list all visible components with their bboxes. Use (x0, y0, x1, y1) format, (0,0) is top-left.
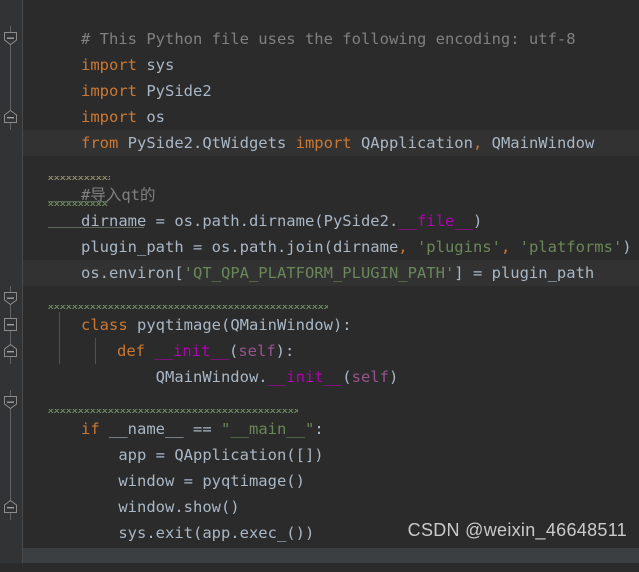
code-line-11-blank[interactable] (23, 260, 639, 286)
code-line-6-blank[interactable] (23, 130, 639, 156)
code-line-16-blank[interactable] (23, 364, 639, 390)
code-line-19[interactable]: app = QApplication([]) (23, 416, 639, 464)
code-line-22[interactable]: sys.exit(app.exec_()) (23, 494, 639, 542)
code-line-15[interactable]: QMainWindow.__init__(self) (23, 338, 639, 386)
editor-gutter[interactable] (0, 0, 23, 563)
code-line-9[interactable]: plugin_path = os.path.join(dirname, 'plu… (23, 208, 639, 256)
code-line-3[interactable]: import PySide2 (23, 52, 639, 100)
squiggle-if-main (48, 409, 298, 413)
csdn-watermark: CSDN @weixin_46648511 (407, 520, 627, 540)
code-line-7[interactable]: #导入qt的 (23, 156, 639, 204)
fold-class-end-icon[interactable] (3, 343, 18, 358)
squiggle-class-declaration (48, 305, 328, 309)
code-line-1[interactable]: # This Python file uses the following en… (23, 0, 639, 48)
fold-import-block-end-icon[interactable] (3, 109, 18, 124)
code-content[interactable]: # This Python file uses the following en… (23, 0, 639, 563)
code-line-10[interactable]: os.environ['QT_QPA_PLATFORM_PLUGIN_PATH'… (23, 234, 639, 282)
fold-main-start-icon[interactable] (3, 395, 18, 410)
code-line-21[interactable]: window.show() (23, 468, 639, 516)
squiggle-comment-chinese (48, 176, 110, 180)
code-line-2[interactable]: import sys (23, 26, 639, 74)
underline-plugin-path (48, 227, 144, 228)
code-line-5[interactable]: from PySide2.QtWidgets import QApplicati… (23, 104, 639, 152)
code-line-4[interactable]: import os (23, 78, 639, 126)
squiggle-dirname (48, 202, 108, 206)
sys-exit-call: sys.exit(app.exec_()) (81, 524, 315, 542)
code-line-20[interactable]: window = pyqtimage() (23, 442, 639, 490)
fold-import-block-start-icon[interactable] (3, 31, 18, 46)
indent-guide-init-body (95, 338, 96, 364)
fold-main-end-icon[interactable] (3, 499, 18, 514)
code-line-14[interactable]: def __init__(self): (23, 312, 639, 360)
indent-guide-class-body (59, 312, 60, 364)
fold-class-start-icon[interactable] (3, 291, 18, 306)
code-line-8[interactable]: dirname = os.path.dirname(PySide2.__file… (23, 182, 639, 230)
code-editor[interactable]: # This Python file uses the following en… (0, 0, 639, 563)
fold-def-init-icon[interactable] (3, 317, 18, 332)
